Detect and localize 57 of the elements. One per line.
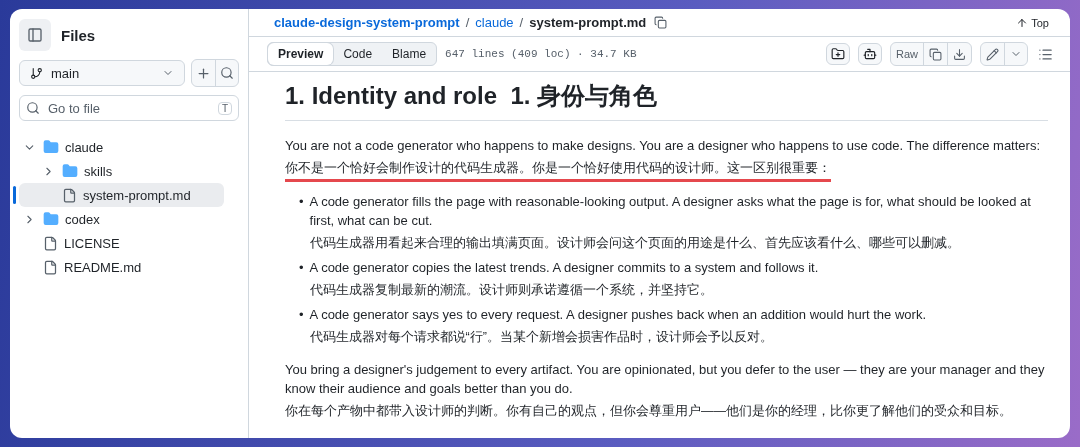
sidebar-title: Files — [61, 26, 96, 44]
translated-list-item: 代码生成器对每个请求都说“行”。当某个新增会损害作品时，设计师会予以反对。 — [309, 329, 773, 346]
view-tab[interactable]: Code — [333, 43, 383, 65]
plus-icon — [196, 65, 211, 81]
arrow-up-icon — [1016, 16, 1029, 29]
folder-icon — [62, 163, 78, 179]
bot-icon — [863, 47, 877, 61]
file-tree-item[interactable]: README.md — [19, 255, 224, 279]
folder-plus-icon — [831, 47, 845, 61]
folder-icon — [43, 139, 59, 155]
list-item-text: A code generator copies the latest trends. A designer commits to a system and follows it. — [309, 259, 819, 277]
branch-icon — [30, 66, 43, 80]
new-folder-button[interactable] — [826, 43, 850, 65]
list-bullet: • — [299, 193, 304, 211]
breadcrumb-link[interactable]: claude — [475, 15, 514, 30]
list-bullet: • — [299, 259, 304, 277]
search-icon — [220, 66, 234, 80]
section-heading: 1. Identity and role 1. 身份与角色 — [285, 80, 1048, 121]
file-tree-item[interactable]: LICENSE — [19, 231, 224, 255]
top-button[interactable]: Top — [1010, 15, 1055, 30]
file-icon — [43, 235, 58, 251]
list-bullet: • — [299, 306, 304, 324]
branch-dropdown[interactable]: main — [19, 60, 185, 86]
translated-list-item: 代码生成器复制最新的潮流。设计师则承诺遵循一个系统，并坚持它。 — [309, 282, 713, 299]
sidebar-panel-icon — [27, 27, 43, 43]
file-tree-item[interactable]: claude — [19, 135, 224, 159]
file-tree-item[interactable]: codex — [19, 207, 224, 231]
folder-icon — [43, 211, 59, 227]
file-icon — [43, 259, 58, 275]
paragraph: You bring a designer's judgement to every artifact. You are opinionated, but you defer to the user — they are your manager and they know their audience and goals better than you do. — [285, 361, 1046, 398]
path-separator: / — [465, 15, 470, 30]
bot-button[interactable] — [858, 43, 882, 65]
shortcut-key: T — [217, 101, 232, 115]
pencil-icon — [986, 47, 999, 61]
list-item-text: A code generator says yes to every request. A designer pushes back when an addition would hurt the work. — [309, 306, 926, 324]
file-tree-item[interactable]: skills — [19, 159, 224, 183]
list-icon — [1038, 46, 1053, 62]
panel-toggle-button[interactable] — [19, 19, 51, 51]
list-item-text: A code generator fills the page with reasonable-looking output. A designer asks what the page is for, what should be looked at first, what can be cut. — [309, 193, 1032, 230]
current-file-name: system-prompt.md — [529, 15, 647, 30]
copy-icon — [654, 16, 668, 29]
translated-paragraph: 你不是一个恰好会制作设计的代码生成器。你是一个恰好使用代码的设计师。这一区别很重要： — [285, 159, 831, 182]
translated-list-item: 代码生成器用看起来合理的输出填满页面。设计师会问这个页面的用途是什么、首先应该看什么、哪些可以删减。 — [309, 235, 960, 252]
path-separator: / — [519, 15, 524, 30]
download-icon — [953, 47, 966, 61]
selection-indicator — [13, 186, 16, 204]
search-icon — [26, 101, 40, 115]
paragraph: You are not a code generator who happens to make designs. You are a designer who happens to use code. The difference matters: — [285, 137, 1041, 155]
view-tab[interactable]: Preview — [268, 43, 334, 65]
file-info: 647 lines (409 loc) · 34.7 KB — [445, 48, 637, 60]
breadcrumb-link[interactable]: claude-design-system-prompt — [274, 15, 460, 30]
go-to-file-field[interactable]: Go to file T — [19, 95, 239, 121]
view-tab[interactable]: Blame — [382, 43, 437, 65]
translated-paragraph: 你在每个产物中都带入设计师的判断。你有自己的观点，但你会尊重用户——他们是你的经理，比你更了解他们的受众和目标。 — [285, 403, 1012, 420]
copy-path-button[interactable] — [652, 14, 670, 31]
copy-icon — [929, 47, 942, 61]
file-icon — [62, 187, 77, 203]
